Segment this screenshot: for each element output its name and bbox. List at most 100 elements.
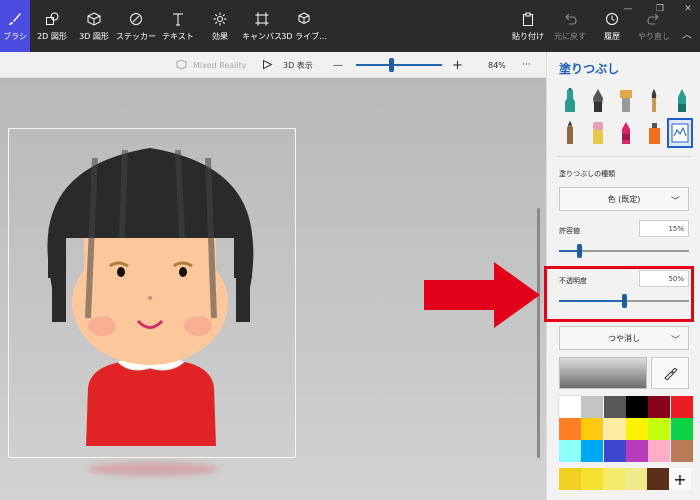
sticker-icon (128, 11, 144, 27)
minimize-button[interactable]: — (618, 2, 638, 16)
tool-stickers[interactable]: ステッカー (116, 0, 156, 52)
current-color-preview[interactable] (559, 357, 647, 389)
tool-3d-library[interactable]: 3D ライブ... (281, 0, 327, 52)
tolerance-slider[interactable] (559, 244, 689, 258)
color-swatch[interactable] (603, 440, 626, 462)
history-label: 履歴 (604, 31, 620, 41)
color-swatch[interactable] (559, 440, 581, 462)
custom-color-swatch[interactable] (581, 468, 603, 490)
zoom-in-button[interactable]: + (452, 52, 463, 78)
tolerance-input[interactable]: 15% (639, 220, 689, 237)
paste-label: 貼り付け (512, 31, 544, 41)
view-3d-button[interactable]: 3D 表示 (262, 52, 313, 78)
color-swatch[interactable] (625, 440, 648, 462)
tolerance-slider-thumb[interactable] (576, 244, 582, 258)
custom-color-swatch[interactable] (625, 468, 647, 490)
color-swatch[interactable] (648, 396, 671, 418)
clipboard-icon (520, 11, 536, 27)
color-swatch[interactable] (603, 396, 626, 418)
undo-button[interactable]: 元に戻す (552, 0, 588, 52)
calligraphy-pen-icon (593, 89, 603, 112)
fill-type-value: 色 (既定) (607, 194, 641, 204)
text-icon (170, 11, 186, 27)
effects-icon (212, 11, 228, 27)
3d-shapes-icon (86, 11, 102, 27)
tool-3d-shapes-label: 3D 図形 (79, 31, 109, 41)
tool-canvas-label: キャンバス (242, 31, 282, 41)
eyedropper-button[interactable] (651, 357, 689, 389)
fill-type-dropdown[interactable]: 色 (既定) ﹀ (559, 187, 689, 211)
separator (557, 156, 691, 157)
opacity-highlight-box (544, 266, 694, 322)
chevron-down-icon: ﹀ (670, 197, 680, 207)
eyedropper-icon (664, 368, 677, 380)
tolerance-value: 15% (668, 224, 684, 233)
tool-text[interactable]: テキスト (160, 0, 196, 52)
color-swatch[interactable] (581, 396, 604, 418)
brush-pixel-pen[interactable] (671, 88, 693, 114)
paste-button[interactable]: 貼り付け (510, 0, 546, 52)
undo-label: 元に戻す (554, 31, 586, 41)
color-swatch[interactable] (625, 418, 648, 440)
tolerance-slider-fill (559, 250, 579, 252)
brush-eraser[interactable] (587, 120, 609, 146)
tool-2d-shapes[interactable]: 2D 図形 (34, 0, 70, 52)
marker-icon (565, 86, 575, 112)
mixed-reality-icon (176, 58, 187, 72)
brush-pencil[interactable] (559, 120, 581, 146)
pixel-pen-icon (678, 89, 686, 112)
finish-dropdown[interactable]: つや消し ﹀ (559, 326, 689, 350)
brush-calligraphy-pen[interactable] (587, 88, 609, 114)
plus-icon: + (673, 469, 687, 489)
color-swatch[interactable] (603, 418, 626, 440)
color-swatch[interactable] (648, 418, 671, 440)
minimize-icon: — (623, 4, 633, 14)
fill-bucket-icon (671, 123, 689, 143)
color-swatch[interactable] (670, 418, 693, 440)
zoom-level[interactable]: 84% (488, 52, 506, 78)
custom-color-swatch[interactable] (603, 468, 625, 490)
color-swatch[interactable] (625, 396, 648, 418)
brush-marker[interactable] (559, 86, 581, 114)
color-swatch[interactable] (648, 440, 671, 462)
color-swatch[interactable] (559, 418, 581, 440)
collapse-ribbon-icon[interactable]: ︿ (682, 26, 692, 41)
tool-stickers-label: ステッカー (116, 31, 156, 41)
zoom-out-button[interactable]: — (333, 52, 343, 78)
zoom-slider[interactable] (356, 52, 442, 78)
mixed-reality-button[interactable]: Mixed Reality (176, 52, 247, 78)
tool-brush[interactable]: ブラシ (0, 0, 30, 52)
brush-icon (7, 11, 23, 27)
tool-effects-label: 効果 (212, 31, 228, 41)
add-color-button[interactable]: + (669, 468, 691, 490)
zoom-slider-thumb[interactable] (389, 58, 395, 72)
fill-type-label: 塗りつぶしの種類 (559, 170, 616, 178)
spray-can-icon (649, 123, 660, 144)
color-swatch[interactable] (558, 395, 582, 419)
color-swatch[interactable] (581, 440, 604, 462)
brush-watercolor[interactable] (643, 88, 665, 114)
brush-spray-can[interactable] (643, 120, 665, 146)
close-button[interactable]: ✕ (678, 2, 698, 16)
custom-color-swatch[interactable] (559, 468, 581, 490)
vertical-scrollbar[interactable] (537, 208, 540, 458)
3d-library-icon (296, 11, 312, 27)
tool-canvas[interactable]: キャンバス (242, 0, 282, 52)
tool-3d-shapes[interactable]: 3D 図形 (76, 0, 112, 52)
color-swatch[interactable] (581, 418, 604, 440)
more-icon: ··· (522, 60, 531, 70)
brush-crayon[interactable] (615, 120, 637, 146)
color-swatch[interactable] (670, 396, 693, 418)
brush-oil[interactable] (615, 88, 637, 114)
close-icon: ✕ (684, 4, 692, 14)
oil-brush-icon (620, 90, 632, 112)
tool-effects[interactable]: 効果 (202, 0, 238, 52)
undo-icon (562, 11, 578, 27)
brush-fill[interactable] (667, 118, 693, 148)
maximize-icon: ❐ (655, 4, 665, 14)
color-swatch[interactable] (670, 440, 693, 462)
eraser-icon (593, 122, 603, 144)
custom-color-swatch[interactable] (647, 468, 669, 490)
more-options-button[interactable]: ··· (522, 52, 531, 78)
maximize-button[interactable]: ❐ (650, 2, 670, 16)
